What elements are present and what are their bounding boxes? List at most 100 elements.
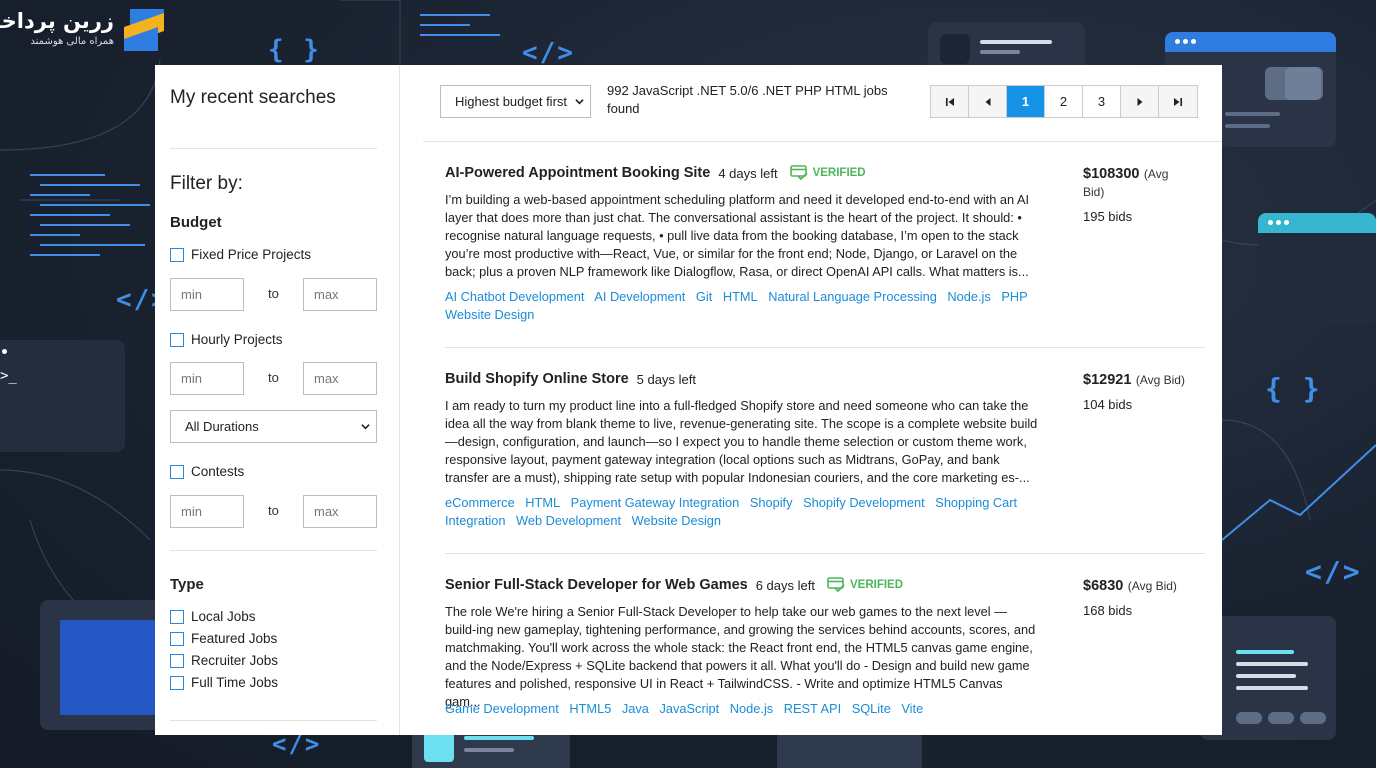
brand-title: زرین پرداخت [0, 9, 114, 33]
fixed-max-input[interactable]: max [303, 278, 377, 311]
divider [170, 550, 377, 551]
first-page-icon [945, 97, 954, 106]
fixed-min-input[interactable]: min [170, 278, 244, 311]
hourly-min-input[interactable]: min [170, 362, 244, 395]
contests-min-input[interactable]: min [170, 495, 244, 528]
job-skill-tags: AI Chatbot Development AI Development Gi… [445, 288, 1045, 324]
results-count: 992 JavaScript .NET 5.0/6 .NET PHP HTML … [607, 83, 888, 116]
brand-subtitle: همراه مالی هوشمند [30, 36, 114, 47]
type-featured-checkbox[interactable]: Featured Jobs [170, 631, 277, 646]
type-option-label: Local Jobs [191, 609, 256, 624]
verified-label: VERIFIED [849, 579, 904, 591]
skill-tag-link[interactable]: PHP [1001, 289, 1027, 304]
skill-tag-link[interactable]: HTML5 [569, 701, 611, 716]
contests-max-input[interactable]: max [303, 495, 377, 528]
braces-glyph: { } [1265, 372, 1322, 405]
skill-tag-link[interactable]: Git [696, 289, 712, 304]
job-header: Build Shopify Online Store 5 days left [445, 371, 696, 387]
type-recruiter-checkbox[interactable]: Recruiter Jobs [170, 653, 278, 668]
job-budget: $12921 (Avg Bid) 104 bids [1083, 371, 1193, 412]
logo-mark-icon [124, 9, 164, 51]
skill-tag-link[interactable]: HTML [723, 289, 758, 304]
hourly-max-input[interactable]: max [303, 362, 377, 395]
skill-tag-link[interactable]: Game Development [445, 701, 559, 716]
skill-tag-link[interactable]: Node.js [947, 289, 990, 304]
skill-tag-link[interactable]: SQLite [852, 701, 891, 716]
job-title[interactable]: AI-Powered Appointment Booking Site [445, 165, 710, 181]
prev-page-button[interactable] [969, 86, 1007, 117]
brand-logo[interactable]: زرین پرداخت همراه مالی هوشمند [0, 6, 164, 54]
verified-payment-icon [827, 577, 845, 593]
skill-tag-link[interactable]: Shopify Development [803, 495, 925, 510]
pagination: 1 2 3 [930, 85, 1198, 118]
bid-count: 104 bids [1083, 397, 1133, 412]
fixed-price-label: Fixed Price Projects [191, 247, 312, 262]
next-page-button[interactable] [1121, 86, 1159, 117]
contests-checkbox[interactable]: Contests [170, 464, 244, 479]
type-local-checkbox[interactable]: Local Jobs [170, 609, 256, 624]
verified-badge: VERIFIED [827, 577, 903, 593]
checkbox-box[interactable] [170, 247, 184, 262]
skill-tag-link[interactable]: Natural Language Processing [768, 289, 937, 304]
divider [170, 148, 377, 149]
skill-tag-link[interactable]: Node.js [730, 701, 773, 716]
chevron-down-icon [361, 424, 370, 430]
decor-window [777, 730, 922, 768]
job-title[interactable]: Build Shopify Online Store [445, 371, 629, 387]
skill-tag-link[interactable]: AI Development [594, 289, 685, 304]
skill-tag-link[interactable]: Vite [901, 701, 923, 716]
divider [445, 553, 1205, 554]
page-button-1[interactable]: 1 [1007, 86, 1045, 117]
job-budget: $108300 (Avg Bid) 195 bids [1083, 165, 1193, 224]
divider [170, 720, 377, 721]
skill-tag-link[interactable]: Payment Gateway Integration [571, 495, 740, 510]
sort-select[interactable]: Highest budget first [440, 85, 591, 118]
skill-tag-link[interactable]: JavaScript [659, 701, 719, 716]
hourly-checkbox[interactable]: Hourly Projects [170, 332, 283, 347]
skill-tag-link[interactable]: Web Development [516, 513, 621, 528]
days-left: 5 days left [636, 371, 696, 387]
skill-tag-link[interactable]: eCommerce [445, 495, 515, 510]
checkbox-box[interactable] [170, 653, 184, 668]
skill-tag-link[interactable]: AI Chatbot Development [445, 289, 584, 304]
decor-window [1258, 213, 1376, 325]
braces-glyph: { } [268, 35, 321, 65]
checkbox-box[interactable] [170, 609, 184, 624]
duration-select[interactable]: All Durations [170, 410, 377, 443]
type-option-label: Full Time Jobs [191, 675, 279, 690]
recent-searches-heading[interactable]: My recent searches [170, 87, 336, 109]
type-option-label: Recruiter Jobs [191, 653, 279, 668]
checkbox-box[interactable] [170, 332, 184, 347]
filter-by-heading: Filter by: [170, 173, 243, 194]
job-description: I am ready to turn my product line into … [445, 398, 1038, 486]
verified-payment-icon [789, 165, 808, 181]
page-button-3[interactable]: 3 [1083, 86, 1121, 117]
type-fulltime-checkbox[interactable]: Full Time Jobs [170, 675, 278, 690]
checkbox-box[interactable] [170, 675, 184, 690]
page-button-2[interactable]: 2 [1045, 86, 1083, 117]
job-price: $108300 [1083, 166, 1140, 182]
avg-bid-label: (Avg Bid) [1127, 579, 1177, 593]
checkbox-box[interactable] [170, 464, 184, 479]
last-page-button[interactable] [1159, 86, 1197, 117]
skill-tag-link[interactable]: HTML [525, 495, 560, 510]
budget-heading: Budget [170, 214, 222, 231]
type-option-label: Featured Jobs [191, 631, 278, 646]
skill-tag-link[interactable]: Java [622, 701, 649, 716]
range-to-label: to [268, 286, 279, 301]
job-title[interactable]: Senior Full-Stack Developer for Web Game… [445, 577, 748, 593]
first-page-button[interactable] [931, 86, 969, 117]
contests-range: min to max [170, 495, 377, 528]
filter-sidebar: My recent searches Filter by: Budget Fix… [155, 65, 400, 735]
duration-select-value: All Durations [185, 419, 259, 434]
skill-tag-link[interactable]: Website Design [632, 513, 721, 528]
checkbox-box[interactable] [170, 631, 184, 646]
skill-tag-link[interactable]: REST API [784, 701, 841, 716]
job-header: AI-Powered Appointment Booking Site 4 da… [445, 165, 866, 181]
range-to-label: to [268, 503, 279, 518]
skill-tag-link[interactable]: Shopify [750, 495, 793, 510]
verified-label: VERIFIED [812, 167, 866, 179]
skill-tag-link[interactable]: Website Design [445, 307, 534, 322]
chevron-down-icon [575, 99, 584, 105]
fixed-price-checkbox[interactable]: Fixed Price Projects [170, 247, 311, 262]
